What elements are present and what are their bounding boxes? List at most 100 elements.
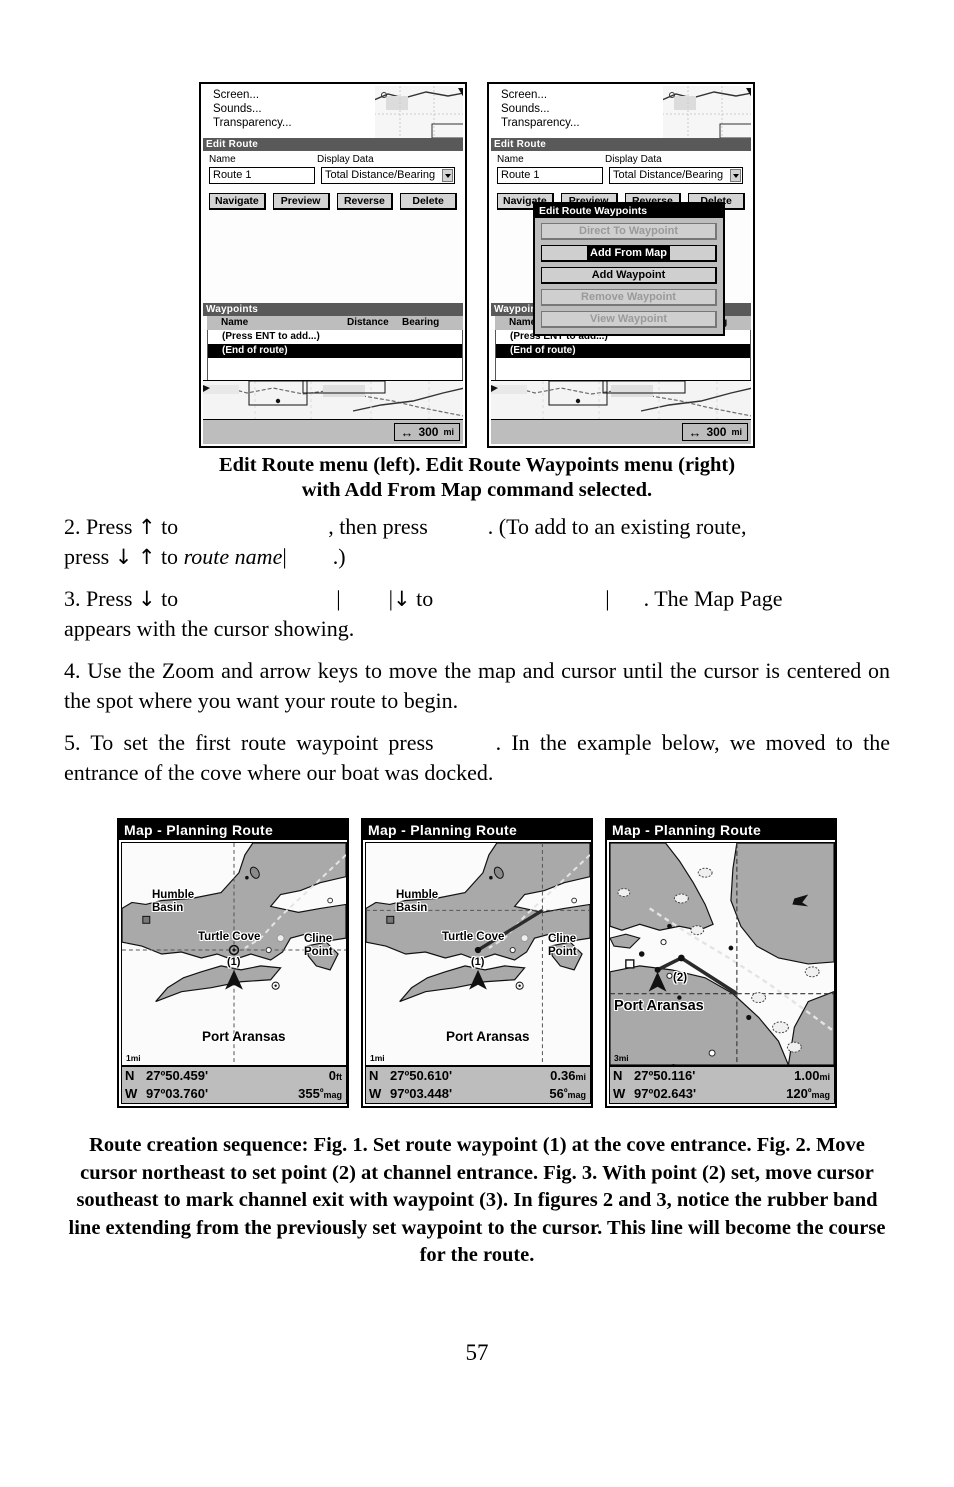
page-number: 57 — [465, 1340, 489, 1365]
coordinate-readout-2: N 27º50.610' 0.36mi W 97º03.448' 56ºmag — [365, 1066, 591, 1104]
step3-pipe1: | — [336, 586, 341, 611]
down-arrow-icon-2: ↓ — [393, 587, 411, 611]
map-scale-label-1: 1mi — [126, 1053, 141, 1063]
step2-b: to — [155, 514, 179, 539]
scale-value: 300 — [706, 425, 727, 439]
edit-route-panel-title: Edit Route — [491, 138, 751, 151]
route-name-input[interactable]: Route 1 — [209, 167, 315, 184]
map-label-waypoint-1: (1) — [227, 956, 241, 968]
step2-d: . (To add to an existing route, — [487, 514, 747, 539]
figure-route-creation-sequence: Map - Planning Route Humble Basin Turtle… — [0, 818, 954, 1108]
remove-waypoint-button: Remove Waypoint — [541, 289, 717, 306]
scale-arrows-icon: ↔ — [400, 424, 414, 440]
longitude-3: 97º02.643' — [634, 1086, 697, 1101]
step3-b: to — [155, 586, 179, 611]
step3-d: . The Map Page — [643, 586, 783, 611]
settings-menu-overlay[interactable]: Screen... Sounds... Transparency... — [203, 86, 375, 138]
view-waypoint-button: View Waypoint — [541, 311, 717, 328]
map-scale-indicator: ↔ 300 mi — [682, 423, 748, 441]
lat-hemisphere-1: N — [125, 1068, 135, 1083]
menu-item-screen[interactable]: Screen... — [213, 88, 375, 102]
map-canvas-1[interactable]: Humble Basin Turtle Cove Cline Point (1) P… — [121, 842, 347, 1066]
step2-g: .) — [332, 544, 346, 569]
name-label: Name — [209, 154, 236, 165]
step-2: 2. Press ↑ to , then press . (To add to an… — [64, 512, 890, 572]
map-label-turtle-cove: Turtle Cove — [198, 931, 261, 943]
menu-item-transparency[interactable]: Transparency... — [501, 116, 663, 130]
gps-screenshot-edit-route-waypoints: Screen... Sounds... Transparency... Edit… — [487, 82, 755, 448]
map-page-title: Map - Planning Route — [119, 820, 347, 840]
down-arrow-icon: ↓ — [137, 587, 156, 611]
display-data-value: Total Distance/Bearing — [325, 169, 436, 181]
figure-edit-route-menus: Screen... Sounds... Transparency... Edit… — [0, 82, 954, 448]
figure2-caption: Route creation sequence: Fig. 1. Set rou… — [68, 1134, 886, 1266]
add-waypoint-button[interactable]: Add Waypoint — [541, 267, 717, 284]
waypoint-row-add[interactable]: (Press ENT to add...) — [208, 330, 462, 344]
map-label-humble-basin: Humble Basin — [396, 889, 439, 914]
latitude-2: 27º50.610' — [390, 1068, 453, 1083]
up-arrow-icon-2: ↑ — [137, 545, 156, 569]
display-data-label: Display Data — [317, 154, 374, 165]
longitude-1: 97º03.760' — [146, 1086, 209, 1101]
step2-e: press — [64, 544, 115, 569]
display-data-value: Total Distance/Bearing — [613, 169, 724, 181]
manual-page: Screen... Sounds... Transparency... Edit… — [0, 0, 954, 1487]
route-name-input[interactable]: Route 1 — [497, 167, 603, 184]
step2-c: , then press — [328, 514, 428, 539]
instructional-steps: 2. Press ↑ to , then press . (To add to an… — [64, 512, 890, 800]
settings-menu-overlay[interactable]: Screen... Sounds... Transparency... — [491, 86, 663, 138]
route-name-emphasis: route name — [183, 544, 283, 569]
scale-unit: mi — [731, 427, 742, 437]
map-page-title: Map - Planning Route — [607, 820, 835, 840]
waypoints-column-headers: Name Distance Bearing — [207, 316, 463, 330]
delete-button[interactable]: Delete — [400, 193, 457, 210]
menu-item-sounds[interactable]: Sounds... — [213, 102, 375, 116]
menu-item-transparency[interactable]: Transparency... — [213, 116, 375, 130]
step-4: 4. Use the Zoom and arrow keys to move t… — [64, 658, 890, 713]
figure1-caption-line2: with Add From Map command selected. — [301, 479, 653, 501]
reverse-button[interactable]: Reverse — [336, 193, 394, 210]
step2-pipe: | — [282, 544, 287, 569]
scale-unit: mi — [443, 427, 454, 437]
step-3: 3. Press ↓ to | |↓ to |. The Map Page appea… — [64, 584, 890, 644]
preview-button[interactable]: Preview — [272, 193, 330, 210]
waypoint-row-end-of-route[interactable]: (End of route) — [496, 344, 750, 358]
step2-a: 2. Press — [64, 514, 138, 539]
lat-hemisphere-3: N — [613, 1068, 623, 1083]
column-distance: Distance — [347, 317, 389, 328]
up-arrow-icon: ↑ — [137, 515, 156, 539]
step-5: 5. To set the first route waypoint press… — [64, 728, 890, 788]
name-label: Name — [497, 154, 524, 165]
background-map-strip-bottom — [203, 380, 463, 420]
chevron-down-icon[interactable] — [730, 169, 741, 182]
map-label-humble-basin: Humble Basin — [152, 889, 195, 914]
map-label-cline-point: Cline Point — [304, 933, 333, 958]
step3-e: appears with the cursor showing. — [64, 616, 355, 641]
edit-route-waypoints-dialog[interactable]: Edit Route Waypoints Direct To Waypoint … — [533, 202, 725, 336]
menu-item-sounds[interactable]: Sounds... — [501, 102, 663, 116]
distance-1: 0ft — [328, 1068, 342, 1083]
map-panel-1: Map - Planning Route Humble Basin Turtle… — [117, 818, 349, 1108]
step3-a: 3. Press — [64, 586, 138, 611]
step3-pipe3: | — [605, 586, 610, 611]
figure1-caption-line1: Edit Route menu (left). Edit Route Waypo… — [218, 454, 736, 476]
menu-item-screen[interactable]: Screen... — [501, 88, 663, 102]
distance-3: 1.00mi — [794, 1068, 830, 1083]
add-from-map-button[interactable]: Add From Map — [541, 245, 717, 262]
waypoints-panel-title: Waypoints — [203, 303, 463, 316]
map-canvas-3[interactable]: (2) Port Aransas 3mi — [609, 842, 835, 1066]
waypoint-row-end-of-route[interactable]: (End of route) — [208, 344, 462, 358]
lat-hemisphere-2: N — [369, 1068, 379, 1083]
navigate-button[interactable]: Navigate — [209, 193, 266, 210]
map-scale-indicator: ↔ 300 mi — [394, 423, 460, 441]
column-bearing: Bearing — [402, 317, 440, 328]
map-label-cline-point: Cline Point — [548, 933, 577, 958]
chevron-down-icon[interactable] — [442, 169, 453, 182]
display-data-select[interactable]: Total Distance/Bearing — [321, 167, 455, 184]
display-data-label: Display Data — [605, 154, 662, 165]
map-label-turtle-cove: Turtle Cove — [442, 931, 505, 943]
minimap-preview — [661, 86, 751, 139]
display-data-select[interactable]: Total Distance/Bearing — [609, 167, 743, 184]
bearing-2: 56ºmag — [549, 1086, 586, 1101]
map-canvas-2[interactable]: Humble Basin Turtle Cove Cline Point (1) P… — [365, 842, 591, 1066]
